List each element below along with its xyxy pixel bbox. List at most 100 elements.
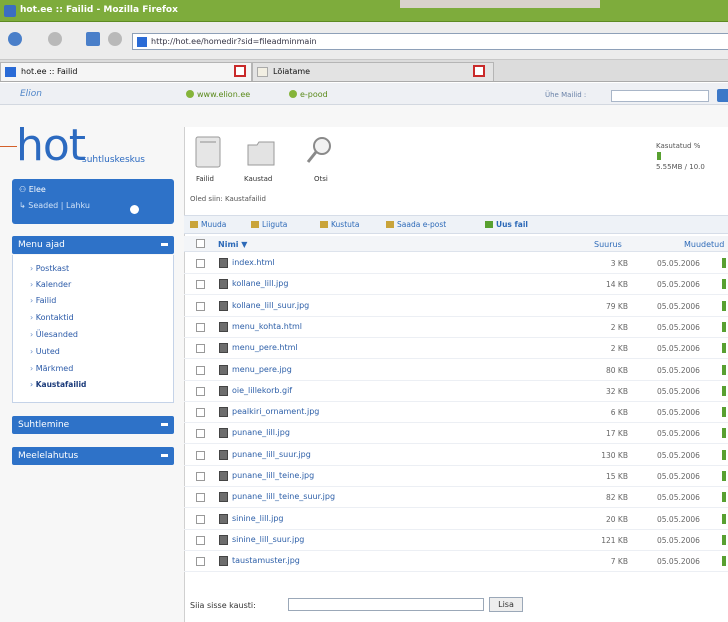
row-checkbox[interactable] xyxy=(196,493,205,502)
sidebar-item-postkast[interactable]: Postkast xyxy=(30,264,69,273)
file-name[interactable]: sinine_lill_suur.jpg xyxy=(232,535,304,544)
panel-menu-header[interactable]: Menu ajad xyxy=(12,236,174,254)
file-name[interactable]: menu_kohta.html xyxy=(232,322,302,331)
file-name[interactable]: punane_lill_teine_suur.jpg xyxy=(232,492,335,501)
row-status-marker xyxy=(722,343,726,353)
row-checkbox[interactable] xyxy=(196,408,205,417)
address-bar[interactable]: http://hot.ee/homedir?sid=fileadminmain xyxy=(132,33,728,50)
hot-logo[interactable]: hot xyxy=(16,124,86,168)
file-name[interactable]: sinine_lill.jpg xyxy=(232,514,284,523)
tab-second[interactable]: Lõiatame xyxy=(252,62,494,81)
row-status-marker xyxy=(722,514,726,524)
row-checkbox[interactable] xyxy=(196,280,205,289)
column-date[interactable]: Muudetud xyxy=(684,240,724,249)
file-date: 05.05.2006 xyxy=(657,302,700,311)
file-name[interactable]: punane_lill_suur.jpg xyxy=(232,450,311,459)
panel-title: Menu ajad xyxy=(18,240,65,250)
logout-icon[interactable] xyxy=(130,205,139,214)
link-elion-site[interactable]: www.elion.ee xyxy=(186,90,250,99)
file-name[interactable]: kollane_lill_suur.jpg xyxy=(232,301,309,310)
row-checkbox[interactable] xyxy=(196,557,205,566)
stop-icon[interactable] xyxy=(108,32,122,46)
action-new-file[interactable]: Uus fail xyxy=(485,220,528,229)
panel-suhtlemine[interactable]: Suhtlemine xyxy=(12,416,174,434)
row-checkbox[interactable] xyxy=(196,366,205,375)
chevron-down-icon xyxy=(161,423,168,426)
file-name[interactable]: pealkiri_ornament.jpg xyxy=(232,407,319,416)
sidebar-item-failid[interactable]: Failid xyxy=(30,296,57,305)
add-icon xyxy=(485,221,493,228)
action-send-email[interactable]: Saada e-post xyxy=(386,220,446,229)
elion-logo[interactable]: Elion xyxy=(20,89,42,99)
file-name[interactable]: punane_lill.jpg xyxy=(232,428,290,437)
file-size: 2 KB xyxy=(610,323,628,332)
file-size: 130 KB xyxy=(601,451,628,460)
globe-icon xyxy=(289,90,297,98)
row-checkbox[interactable] xyxy=(196,323,205,332)
row-checkbox[interactable] xyxy=(196,515,205,524)
column-name[interactable]: Nimi ▼ xyxy=(218,240,247,249)
sidebar-item-kontaktid[interactable]: Kontaktid xyxy=(30,313,74,322)
file-name[interactable]: kollane_lill.jpg xyxy=(232,279,288,288)
select-all-checkbox[interactable] xyxy=(196,239,205,248)
file-date: 05.05.2006 xyxy=(657,515,700,524)
file-icon xyxy=(219,301,228,311)
file-name[interactable]: punane_lill_teine.jpg xyxy=(232,471,314,480)
column-size[interactable]: Suurus xyxy=(594,240,622,249)
back-arrow-icon[interactable] xyxy=(8,32,22,46)
quota-label: Kasutatud % xyxy=(656,142,701,150)
panel-title: Meelelahutus xyxy=(18,451,79,461)
link-e-pood[interactable]: e-pood xyxy=(289,90,328,99)
reload-icon[interactable] xyxy=(86,32,100,46)
toolbar-folders-label[interactable]: Kaustad xyxy=(244,175,272,183)
file-name[interactable]: menu_pere.jpg xyxy=(232,365,292,374)
action-delete[interactable]: Kustuta xyxy=(320,220,359,229)
panel-title: Suhtlemine xyxy=(18,420,70,430)
row-checkbox[interactable] xyxy=(196,536,205,545)
toolbar-files-label[interactable]: Failid xyxy=(196,175,214,183)
action-label: Muuda xyxy=(201,220,227,229)
tab-close-icon[interactable] xyxy=(234,65,246,77)
action-move[interactable]: Liiguta xyxy=(251,220,287,229)
row-checkbox[interactable] xyxy=(196,259,205,268)
file-name[interactable]: index.html xyxy=(232,258,275,267)
panel-meelelahutus[interactable]: Meelelahutus xyxy=(12,447,174,465)
file-date: 05.05.2006 xyxy=(657,259,700,268)
file-name[interactable]: menu_pere.html xyxy=(232,343,298,352)
row-status-marker xyxy=(722,471,726,481)
mail-icon xyxy=(386,221,394,228)
row-checkbox[interactable] xyxy=(196,472,205,481)
file-name[interactable]: taustamuster.jpg xyxy=(232,556,300,565)
file-size: 6 KB xyxy=(610,408,628,417)
sidebar-item-uuted[interactable]: Uuted xyxy=(30,347,60,356)
online-search-input[interactable] xyxy=(611,90,709,102)
tab-close-icon[interactable] xyxy=(473,65,485,77)
folder-icon[interactable] xyxy=(246,135,276,169)
sidebar-item-ulesanded[interactable]: Ülesanded xyxy=(30,330,78,339)
search-input[interactable] xyxy=(288,598,484,611)
file-icon xyxy=(219,258,228,268)
window-titlebar: hot.ee :: Failid - Mozilla Firefox xyxy=(0,0,728,22)
row-checkbox[interactable] xyxy=(196,387,205,396)
sidebar-item-kaustafailid[interactable]: Kaustafailid xyxy=(30,380,87,389)
search-button[interactable]: Lisa xyxy=(489,597,523,612)
row-checkbox[interactable] xyxy=(196,429,205,438)
action-edit[interactable]: Muuda xyxy=(190,220,226,229)
toolbar-search-label[interactable]: Otsi xyxy=(314,175,328,183)
row-checkbox[interactable] xyxy=(196,451,205,460)
chevron-up-icon xyxy=(161,243,168,246)
file-icon xyxy=(219,322,228,332)
tab-hot-failid[interactable]: hot.ee :: Failid xyxy=(0,62,252,81)
online-search-button[interactable] xyxy=(717,89,728,102)
row-checkbox[interactable] xyxy=(196,344,205,353)
forward-arrow-icon[interactable] xyxy=(48,32,62,46)
sidebar-item-kalender[interactable]: Kalender xyxy=(30,280,72,289)
user-links[interactable]: ↳ Seaded | Lahku xyxy=(19,201,174,210)
row-checkbox[interactable] xyxy=(196,302,205,311)
sidebar-item-markmed[interactable]: Märkmed xyxy=(30,364,74,373)
file-size: 3 KB xyxy=(610,259,628,268)
files-icon[interactable] xyxy=(193,135,223,169)
search-icon[interactable] xyxy=(304,135,334,169)
file-name[interactable]: oie_lillekorb.gif xyxy=(232,386,292,395)
decorative-line xyxy=(0,146,17,147)
